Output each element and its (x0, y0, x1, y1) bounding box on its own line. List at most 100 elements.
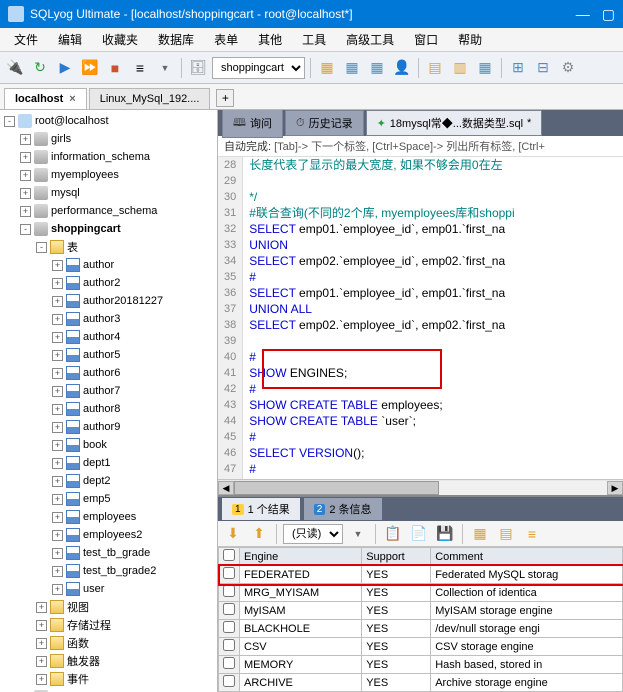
menu-窗口[interactable]: 窗口 (406, 29, 446, 50)
tree-node[interactable]: +performance_schema (0, 202, 217, 220)
table-row[interactable]: BLACKHOLEYES/dev/null storage engi (219, 620, 623, 638)
refresh-icon[interactable]: ↻ (29, 57, 51, 79)
tree-node[interactable]: +事件 (0, 670, 217, 688)
tree-toggle[interactable]: + (52, 386, 63, 397)
cell[interactable]: YES (362, 620, 431, 638)
cell[interactable]: FEDERATED (240, 566, 362, 584)
menu-收藏夹[interactable]: 收藏夹 (94, 29, 146, 50)
cell[interactable]: Hash based, stored in (431, 656, 623, 674)
editor-tab[interactable]: 🕮 询问 (222, 110, 283, 138)
tree-toggle[interactable]: + (36, 674, 47, 685)
editor-tab[interactable]: ⏱ 历史记录 (285, 110, 364, 136)
grid-tool-2[interactable]: ⊟ (532, 57, 554, 79)
tree-toggle[interactable]: + (52, 440, 63, 451)
table-tool-3[interactable]: ▦ (366, 57, 388, 79)
tree-node[interactable]: +book (0, 436, 217, 454)
tree-node[interactable]: +user (0, 580, 217, 598)
cell[interactable]: MEMORY (240, 656, 362, 674)
editor-tab[interactable]: ✦ 18mysql常◆...数据类型.sql* (366, 110, 543, 136)
tree-node[interactable]: -表 (0, 238, 217, 256)
cell[interactable]: Collection of identica (431, 584, 623, 602)
column-header[interactable]: Engine (240, 548, 362, 566)
column-header[interactable]: Comment (431, 548, 623, 566)
table-row[interactable]: FEDERATEDYESFederated MySQL storag (219, 566, 623, 584)
grid-tool-1[interactable]: ⊞ (507, 57, 529, 79)
export-icon[interactable]: ⬇ (222, 523, 244, 545)
tree-node[interactable]: +author20181227 (0, 292, 217, 310)
scroll-right-button[interactable]: ▶ (607, 481, 623, 495)
cell[interactable]: YES (362, 602, 431, 620)
tree-node[interactable]: +employees2 (0, 526, 217, 544)
tree-node[interactable]: +author7 (0, 382, 217, 400)
tree-node[interactable]: +触发器 (0, 652, 217, 670)
add-connection-tab[interactable]: + (216, 89, 234, 107)
cell[interactable]: YES (362, 584, 431, 602)
cell[interactable]: YES (362, 674, 431, 692)
tree-node[interactable]: +test_tb_grade (0, 544, 217, 562)
tree-node[interactable]: +girls (0, 130, 217, 148)
result-tab[interactable]: 22 条信息 (304, 498, 382, 520)
tree-toggle[interactable]: + (52, 494, 63, 505)
tree-toggle[interactable]: + (52, 296, 63, 307)
row-checkbox[interactable] (219, 566, 240, 584)
copy-row-icon[interactable]: 📋 (382, 523, 404, 545)
view-grid-icon[interactable]: ▦ (469, 523, 491, 545)
cell[interactable]: Federated MySQL storag (431, 566, 623, 584)
menu-帮助[interactable]: 帮助 (450, 29, 490, 50)
cell[interactable]: YES (362, 566, 431, 584)
format-icon[interactable]: ≡ (129, 57, 151, 79)
row-checkbox[interactable] (219, 584, 240, 602)
cell[interactable]: MyISAM storage engine (431, 602, 623, 620)
tree-toggle[interactable]: - (4, 116, 15, 127)
tree-node[interactable]: +author5 (0, 346, 217, 364)
view-text-icon[interactable]: ≡ (521, 523, 543, 545)
cell[interactable]: ARCHIVE (240, 674, 362, 692)
maximize-button[interactable]: ▢ (602, 6, 615, 23)
tree-toggle[interactable]: + (52, 278, 63, 289)
close-icon[interactable]: × (69, 93, 75, 105)
tree-toggle[interactable]: + (20, 170, 31, 181)
tree-node[interactable]: +author6 (0, 364, 217, 382)
row-checkbox[interactable] (219, 674, 240, 692)
menu-数据库[interactable]: 数据库 (150, 29, 202, 50)
row-checkbox[interactable] (219, 602, 240, 620)
menu-其他[interactable]: 其他 (250, 29, 290, 50)
tree-node[interactable]: +employees (0, 508, 217, 526)
tree-toggle[interactable]: + (20, 188, 31, 199)
tree-toggle[interactable]: + (20, 134, 31, 145)
tree-toggle[interactable]: + (52, 584, 63, 595)
table-row[interactable]: MyISAMYESMyISAM storage engine (219, 602, 623, 620)
tree-toggle[interactable]: + (52, 368, 63, 379)
cell[interactable]: YES (362, 638, 431, 656)
table-row[interactable]: MRG_MYISAMYESCollection of identica (219, 584, 623, 602)
connection-tab[interactable]: localhost× (4, 88, 87, 109)
new-connection-icon[interactable]: 🔌 (4, 57, 26, 79)
view-form-icon[interactable]: ▤ (495, 523, 517, 545)
menu-工具[interactable]: 工具 (294, 29, 334, 50)
tree-toggle[interactable]: - (36, 242, 47, 253)
user-tool[interactable]: 👤 (391, 57, 413, 79)
tree-node[interactable]: +函数 (0, 634, 217, 652)
tree-toggle[interactable]: + (52, 314, 63, 325)
menu-表单[interactable]: 表单 (206, 29, 246, 50)
tree-toggle[interactable]: + (52, 458, 63, 469)
readonly-selector[interactable]: (只读) (283, 524, 343, 544)
tree-node[interactable]: +mysql (0, 184, 217, 202)
tree-node[interactable]: +author3 (0, 310, 217, 328)
tree-toggle[interactable]: + (52, 512, 63, 523)
tree-toggle[interactable]: + (52, 566, 63, 577)
cell[interactable]: YES (362, 656, 431, 674)
tree-node[interactable]: +author2 (0, 274, 217, 292)
minimize-button[interactable]: — (576, 6, 590, 23)
scroll-track[interactable] (234, 481, 607, 495)
tree-toggle[interactable]: + (36, 602, 47, 613)
tree-node[interactable]: +存储过程 (0, 616, 217, 634)
table-row[interactable]: MEMORYYESHash based, stored in (219, 656, 623, 674)
row-checkbox[interactable] (219, 638, 240, 656)
schema-tool-2[interactable]: ▥ (449, 57, 471, 79)
checkbox-header[interactable] (219, 548, 240, 566)
readonly-dropdown-icon[interactable]: ▼ (347, 523, 369, 545)
dropdown-icon[interactable]: ▼ (154, 57, 176, 79)
duplicate-icon[interactable]: 📄 (408, 523, 430, 545)
tree-node[interactable]: +author (0, 256, 217, 274)
